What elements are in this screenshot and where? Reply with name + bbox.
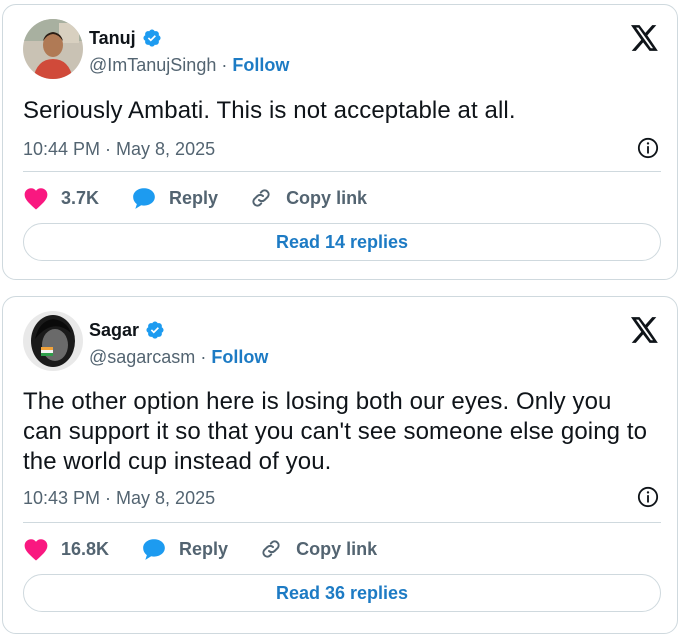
tweet-timestamp[interactable]: 10:43 PM · May 8, 2025 xyxy=(23,488,215,509)
tweet-actions: 16.8K Reply Copy link xyxy=(23,537,377,561)
tweet-header: Sagar @sagarcasm · Follow xyxy=(89,319,268,368)
copy-link-button[interactable]: Copy link xyxy=(248,186,367,210)
info-icon[interactable] xyxy=(637,137,659,159)
link-icon xyxy=(262,540,280,558)
read-replies-button[interactable]: Read 14 replies xyxy=(23,223,661,261)
read-replies-button[interactable]: Read 36 replies xyxy=(23,574,661,612)
x-logo-icon[interactable] xyxy=(631,317,659,343)
link-icon xyxy=(252,189,270,207)
heart-icon xyxy=(24,188,48,210)
heart-icon xyxy=(24,539,48,561)
separator: · xyxy=(221,55,228,75)
copy-link-label: Copy link xyxy=(286,187,368,208)
separator: · xyxy=(200,347,207,367)
like-count: 16.8K xyxy=(61,538,110,559)
avatar[interactable] xyxy=(23,19,83,79)
author-name[interactable]: Sagar xyxy=(89,320,139,341)
like-button[interactable]: 16.8K xyxy=(23,537,109,561)
verified-badge-icon xyxy=(143,29,161,47)
info-icon[interactable] xyxy=(637,486,659,508)
reply-button[interactable]: Reply xyxy=(141,537,228,561)
reply-label: Reply xyxy=(179,538,229,559)
verified-badge-icon xyxy=(146,321,164,339)
tweet-text: Seriously Ambati. This is not acceptable… xyxy=(23,97,516,124)
tweet-actions: 3.7K Reply Copy link xyxy=(23,186,367,210)
avatar[interactable] xyxy=(23,311,83,371)
reply-button[interactable]: Reply xyxy=(131,186,218,210)
like-button[interactable]: 3.7K xyxy=(23,186,99,210)
reply-label: Reply xyxy=(169,187,219,208)
tweet-card: Sagar @sagarcasm · Follow The other opti… xyxy=(2,296,678,634)
follow-button[interactable]: Follow xyxy=(232,55,289,75)
tweet-card: Tanuj @ImTanujSingh · Follow Seriously A… xyxy=(2,4,678,280)
follow-button[interactable]: Follow xyxy=(211,347,268,367)
tweet-timestamp[interactable]: 10:44 PM · May 8, 2025 xyxy=(23,139,215,160)
copy-link-button[interactable]: Copy link xyxy=(258,537,377,561)
like-count: 3.7K xyxy=(61,187,100,208)
tweet-header: Tanuj @ImTanujSingh · Follow xyxy=(89,27,289,76)
author-name[interactable]: Tanuj xyxy=(89,28,136,49)
divider xyxy=(23,522,661,523)
x-logo-icon[interactable] xyxy=(631,25,659,51)
reply-bubble-icon xyxy=(133,188,155,209)
reply-bubble-icon xyxy=(143,539,165,560)
author-handle[interactable]: @sagarcasm xyxy=(89,347,195,367)
author-handle[interactable]: @ImTanujSingh xyxy=(89,55,216,75)
copy-link-label: Copy link xyxy=(296,538,378,559)
divider xyxy=(23,171,661,172)
tweet-text: The other option here is losing both our… xyxy=(23,388,648,475)
